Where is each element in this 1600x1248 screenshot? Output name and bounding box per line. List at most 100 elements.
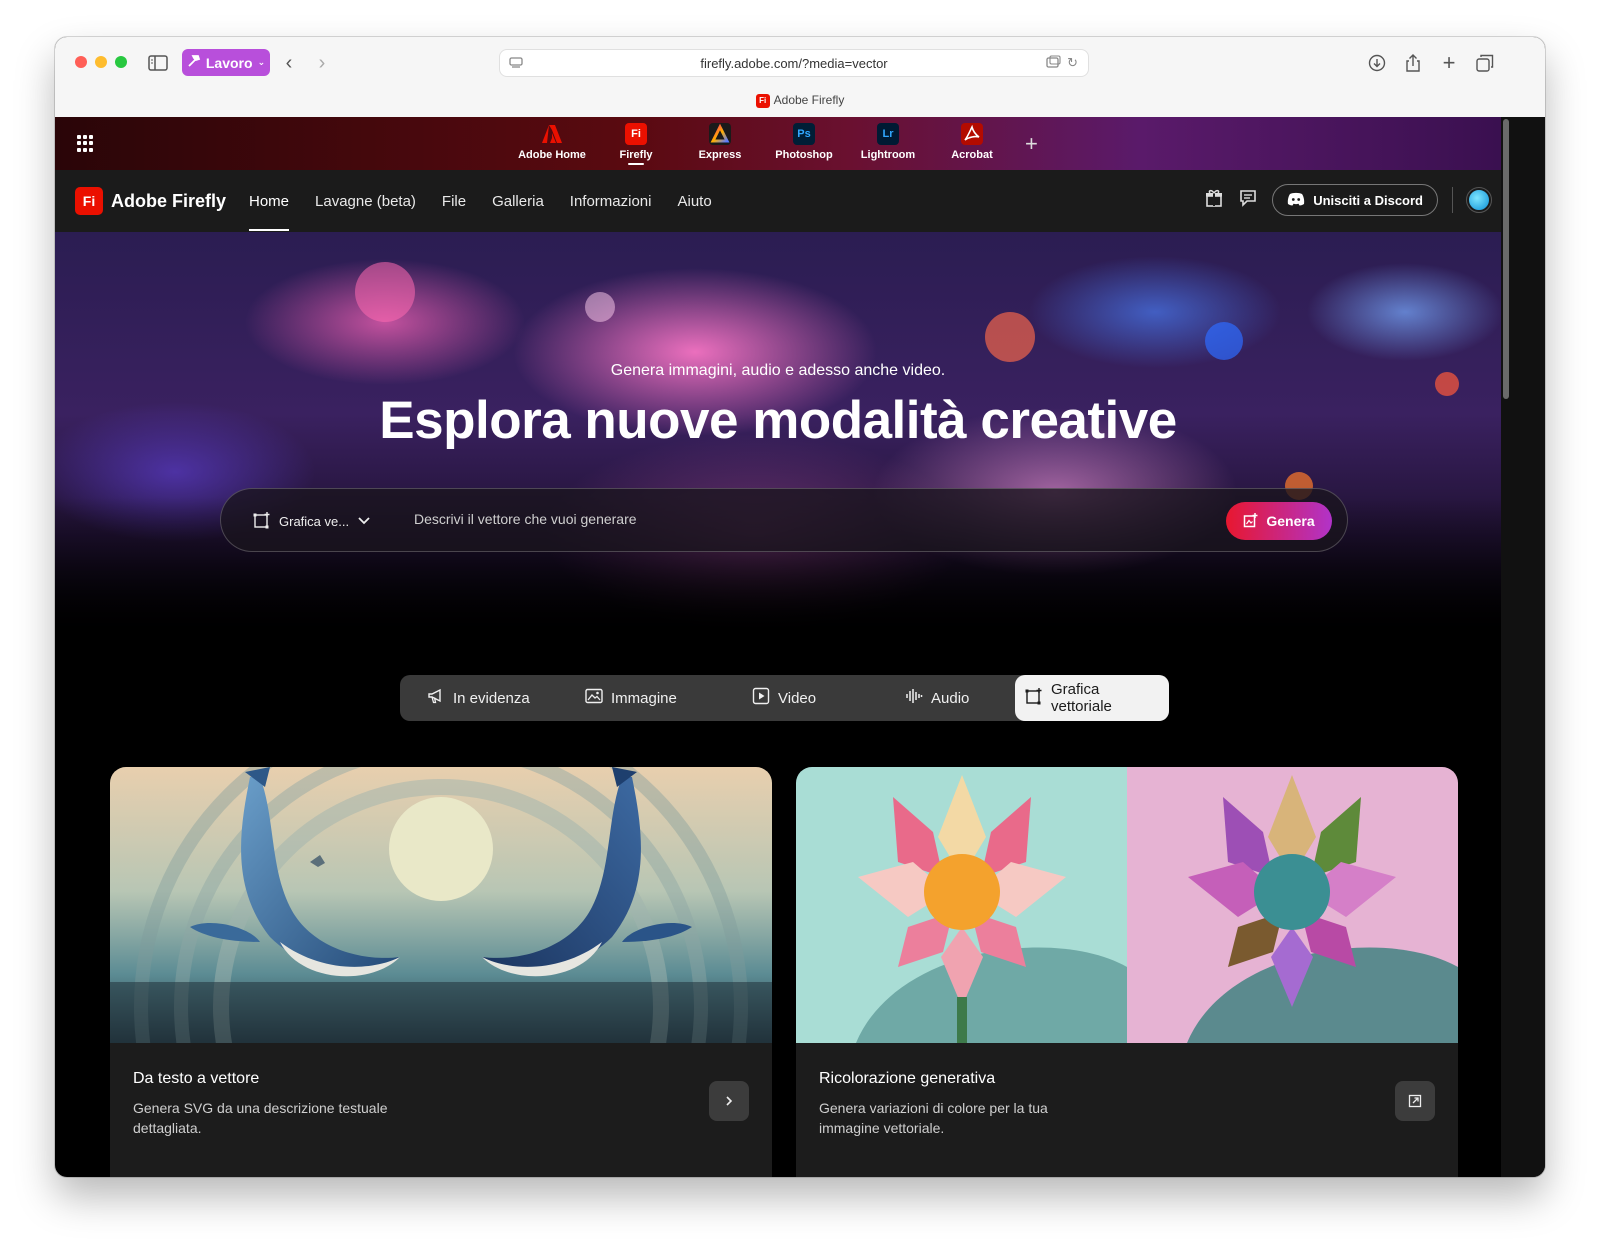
active-tab[interactable]: Fi Adobe Firefly <box>55 93 1545 108</box>
card-image-flowers <box>796 767 1458 1043</box>
window-controls <box>75 56 127 68</box>
gift-icon[interactable] <box>1204 188 1224 213</box>
feedback-icon[interactable] <box>1238 188 1258 213</box>
url-actions: ↻ <box>1046 55 1078 71</box>
app-label: Acrobat <box>951 149 993 161</box>
prompt-bar: Grafica ve... Descrivi il vettore che vu… <box>220 488 1348 552</box>
address-bar[interactable]: firefly.adobe.com/?media=vector ↻ <box>499 49 1089 77</box>
firefly-logo-text: Adobe Firefly <box>111 190 227 211</box>
nav-home[interactable]: Home <box>249 193 290 231</box>
tab-label: Immagine <box>611 689 677 707</box>
join-discord-button[interactable]: Unisciti a Discord <box>1272 184 1438 216</box>
downloads-icon[interactable] <box>1364 51 1390 75</box>
app-label: Express <box>698 149 742 161</box>
acrobat-app-icon <box>961 123 983 145</box>
prompt-input[interactable]: Descrivi il vettore che vuoi generare <box>414 511 637 527</box>
app-label: Lightroom <box>860 149 916 161</box>
tab-grafica-vettoriale[interactable]: Grafica vettoriale <box>1015 675 1169 721</box>
card-body: Da testo a vettore Genera SVG da una des… <box>110 1043 772 1177</box>
media-type-label: Grafica ve... <box>279 514 350 529</box>
page-settings-icon[interactable] <box>509 56 523 73</box>
browser-window: Lavoro ⌄ ‹ › firefly.adobe.com/?media=ve… <box>55 37 1545 1177</box>
tab-label: Video <box>778 689 817 707</box>
app-adobe-home[interactable]: Adobe Home <box>514 123 590 161</box>
app-lightroom[interactable]: Lr Lightroom <box>850 123 926 161</box>
tabs-overview-icon[interactable] <box>1472 51 1498 75</box>
generate-button[interactable]: Genera <box>1226 502 1332 540</box>
tab-title-text: Adobe Firefly <box>773 93 845 107</box>
vector-icon <box>1025 687 1043 709</box>
feature-card-text-to-vector[interactable]: Da testo a vettore Genera SVG da una des… <box>110 767 772 1177</box>
nav-actions: Unisciti a Discord <box>1204 184 1492 216</box>
discord-icon <box>1287 192 1305 209</box>
tab-label: Audio <box>931 689 970 707</box>
app-acrobat[interactable]: Acrobat <box>934 123 1010 161</box>
firefly-app-icon: Fi <box>625 123 647 145</box>
card-image-whales <box>110 767 772 1043</box>
nav-galleria[interactable]: Galleria <box>492 193 544 210</box>
hero-bokeh <box>585 292 615 322</box>
app-express[interactable]: Express <box>682 123 758 161</box>
tab-overview-icon[interactable] <box>1046 55 1061 71</box>
new-tab-icon[interactable]: + <box>1436 50 1462 75</box>
hero-bokeh <box>355 262 415 322</box>
megaphone-icon <box>427 687 445 709</box>
share-icon[interactable] <box>1400 51 1426 75</box>
chevron-right-icon[interactable] <box>709 1081 749 1121</box>
firefly-logo-icon: Fi <box>75 187 103 215</box>
audio-waveform-icon <box>905 687 923 709</box>
open-icon[interactable] <box>1395 1081 1435 1121</box>
nav-lavagne[interactable]: Lavagne (beta) <box>315 193 416 210</box>
app-photoshop[interactable]: Ps Photoshop <box>766 123 842 161</box>
forward-icon[interactable]: › <box>309 51 335 75</box>
hero-bokeh <box>985 312 1035 362</box>
tab-in-evidenza[interactable]: In evidenza <box>427 675 530 721</box>
back-icon[interactable]: ‹ <box>276 51 302 75</box>
nav-aiuto[interactable]: Aiuto <box>677 193 711 210</box>
hero-subtitle: Genera immagini, audio e adesso anche vi… <box>610 362 946 379</box>
tab-audio[interactable]: Audio <box>905 675 969 721</box>
sidebar-toggle-icon[interactable] <box>145 51 171 75</box>
close-window-button[interactable] <box>75 56 87 68</box>
firefly-favicon-icon: Fi <box>755 93 770 108</box>
firefly-logo[interactable]: Fi Adobe Firefly <box>75 187 226 215</box>
profile-label: Lavoro <box>205 54 253 71</box>
photoshop-app-icon: Ps <box>793 123 815 145</box>
app-label: Adobe Home <box>518 149 586 161</box>
media-type-select[interactable]: Grafica ve... <box>253 511 371 532</box>
chevron-down-icon: ⌄ <box>257 57 266 67</box>
image-icon <box>585 688 603 708</box>
url-text: firefly.adobe.com/?media=vector <box>700 55 888 71</box>
nav-informazioni[interactable]: Informazioni <box>570 193 652 210</box>
minimize-window-button[interactable] <box>95 56 107 68</box>
user-avatar[interactable] <box>1466 187 1492 213</box>
category-tabs: In evidenza Immagine Video Audio Grafica… <box>400 675 1169 721</box>
hammer-icon <box>187 54 201 71</box>
tab-immagine[interactable]: Immagine <box>585 675 677 721</box>
card-description: Genera SVG da una descrizione testuale d… <box>133 1100 388 1136</box>
video-icon <box>752 687 770 709</box>
profile-button[interactable]: Lavoro ⌄ <box>182 49 270 76</box>
lightroom-app-icon: Lr <box>877 123 899 145</box>
nav-file[interactable]: File <box>442 193 466 210</box>
zoom-window-button[interactable] <box>115 56 127 68</box>
main-nav: Home Lavagne (beta) File Galleria Inform… <box>249 170 712 232</box>
page-scrollbar-thumb[interactable] <box>1503 119 1509 399</box>
feature-card-generative-recolor[interactable]: Ricolorazione generativa Genera variazio… <box>796 767 1458 1177</box>
card-description: Genera variazioni di colore per la tua i… <box>819 1100 1048 1136</box>
tab-video[interactable]: Video <box>752 675 816 721</box>
adobe-logo-icon <box>541 123 563 145</box>
firefly-navbar: Fi Adobe Firefly Home Lavagne (beta) Fil… <box>55 170 1501 232</box>
app-label: Firefly <box>619 149 653 161</box>
generate-label: Genera <box>1266 513 1315 529</box>
card-title: Da testo a vettore <box>133 1070 260 1087</box>
add-app-icon[interactable]: + <box>1025 131 1038 157</box>
vector-icon <box>253 511 271 532</box>
app-grid-icon[interactable] <box>77 135 94 152</box>
app-firefly[interactable]: Fi Firefly <box>598 123 674 165</box>
reload-icon[interactable]: ↻ <box>1067 55 1078 71</box>
chevron-down-icon <box>357 514 371 529</box>
tab-label: Grafica vettoriale <box>1051 681 1112 715</box>
discord-label: Unisciti a Discord <box>1313 192 1423 208</box>
nav-divider <box>1452 187 1453 213</box>
